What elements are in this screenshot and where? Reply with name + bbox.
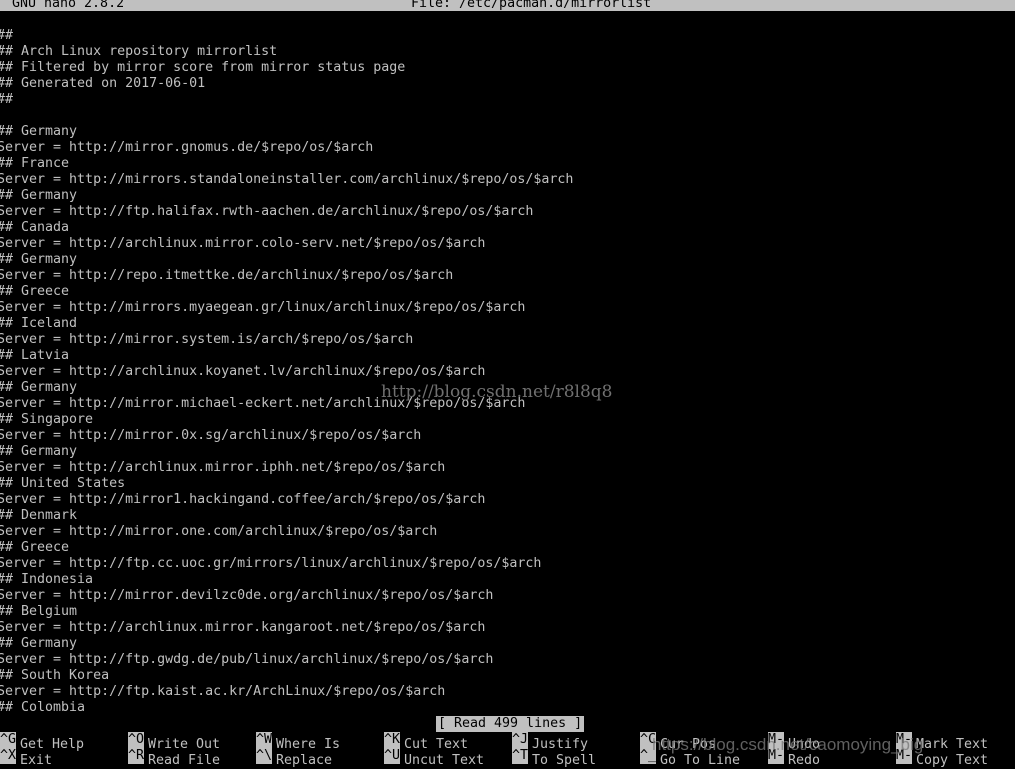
status-message: [ Read 499 lines ] <box>436 716 585 732</box>
shortcut-key: M-A <box>896 732 912 748</box>
shortcut-key: ^U <box>384 748 400 764</box>
shortcut-copy-text[interactable]: M-6 Copy Text <box>896 748 988 768</box>
comment-line: ## Indonesia <box>0 572 94 587</box>
shortcut-key: ^T <box>512 748 528 764</box>
server-line: Server = http://archlinux.mirror.colo-se… <box>0 236 486 251</box>
server-line: Server = http://mirror.one.com/archlinux… <box>0 524 438 539</box>
comment-line: ## Generated on 2017-06-01 <box>0 76 206 91</box>
comment-line: ## <box>0 28 14 43</box>
comment-line: ## Belgium <box>0 604 78 619</box>
shortcut-key: ^O <box>128 732 144 748</box>
server-line: Server = http://ftp.halifax.rwth-aachen.… <box>0 204 534 219</box>
comment-line: ## Iceland <box>0 316 78 331</box>
server-line: Server = http://archlinux.mirror.iphh.ne… <box>0 460 446 475</box>
editor-buffer[interactable]: #### Arch Linux repository mirrorlist## … <box>0 28 1015 716</box>
shortcut-label: Read File <box>148 753 221 768</box>
comment-line: ## Germany <box>0 188 78 203</box>
shortcut-label: Uncut Text <box>404 753 485 768</box>
server-line: Server = http://mirror1.hackingand.coffe… <box>0 492 486 507</box>
shortcut-to-spell[interactable]: ^T To Spell <box>512 748 596 768</box>
shortcut-uncut-text[interactable]: ^U Uncut Text <box>384 748 484 768</box>
comment-line: ## Germany <box>0 636 78 651</box>
server-line: Server = http://mirrors.standaloneinstal… <box>0 172 574 187</box>
comment-line: ## France <box>0 156 70 171</box>
shortcut-key: M-E <box>768 748 784 764</box>
server-line: Server = http://mirror.system.is/arch/$r… <box>0 332 414 347</box>
file-name: File: /etc/pacman.d/mirrorlist <box>411 0 652 11</box>
server-line: Server = http://ftp.cc.uoc.gr/mirrors/li… <box>0 556 542 571</box>
comment-line: ## Singapore <box>0 412 94 427</box>
title-bar: GNU nano 2.8.2 File: /etc/pacman.d/mirro… <box>0 0 1015 11</box>
shortcut-mark-text[interactable]: M-AMark Text <box>896 732 988 752</box>
comment-line: ## <box>0 92 14 107</box>
shortcut-key: ^_ <box>640 748 656 764</box>
comment-line: ## Greece <box>0 540 70 555</box>
comment-line: ## Germany <box>0 444 78 459</box>
shortcut-write-out[interactable]: ^O Write Out <box>128 732 220 752</box>
shortcut-label: Replace <box>276 753 333 768</box>
shortcut-label: Exit <box>20 753 53 768</box>
shortcut-bar: ^G Get Help ^X Exit ^O Write Out ^R Read File ^W… <box>0 732 1015 768</box>
server-line: Server = http://archlinux.koyanet.lv/arc… <box>0 364 486 379</box>
shortcut-exit[interactable]: ^X Exit <box>0 748 52 768</box>
shortcut-justify[interactable]: ^J Justify <box>512 732 588 752</box>
comment-line: ## Colombia <box>0 700 86 715</box>
shortcut-key: ^W <box>256 732 272 748</box>
comment-line: ## Germany <box>0 252 78 267</box>
shortcut-key: ^G <box>0 732 16 748</box>
shortcut-key: ^C <box>640 732 656 748</box>
comment-line: ## South Korea <box>0 668 110 683</box>
shortcut-undo[interactable]: M-UUndo <box>768 732 820 752</box>
server-line: Server = http://archlinux.mirror.kangaro… <box>0 620 486 635</box>
server-line: Server = http://mirrors.myaegean.gr/linu… <box>0 300 526 315</box>
shortcut-key: M-6 <box>896 748 912 764</box>
comment-line: ## Canada <box>0 220 70 235</box>
shortcut-redo[interactable]: M-E Redo <box>768 748 820 768</box>
shortcut-cut-text[interactable]: ^K Cut Text <box>384 732 468 752</box>
comment-line: ## Greece <box>0 284 70 299</box>
shortcut-label: Go To Line <box>660 753 741 768</box>
app-name: GNU nano 2.8.2 <box>12 0 125 11</box>
shortcut-key: ^J <box>512 732 528 748</box>
comment-line: ## Germany <box>0 380 78 395</box>
shortcut-key: ^K <box>384 732 400 748</box>
shortcut-read-file[interactable]: ^R Read File <box>128 748 220 768</box>
shortcut-key: ^R <box>128 748 144 764</box>
server-line: Server = http://repo.itmettke.de/archlin… <box>0 268 454 283</box>
comment-line: ## United States <box>0 476 126 491</box>
server-line: Server = http://mirror.michael-eckert.ne… <box>0 396 526 411</box>
comment-line: ## Filtered by mirror score from mirror … <box>0 60 406 75</box>
shortcut-key: M-U <box>768 732 784 748</box>
server-line: Server = http://mirror.0x.sg/archlinux/$… <box>0 428 422 443</box>
shortcut-label: To Spell <box>532 753 597 768</box>
shortcut-replace[interactable]: ^\ Replace <box>256 748 332 768</box>
shortcut-cur-pos[interactable]: ^C Cur Pos <box>640 732 716 752</box>
comment-line: ## Denmark <box>0 508 78 523</box>
server-line: Server = http://mirror.devilzc0de.org/ar… <box>0 588 494 603</box>
shortcut-where-is[interactable]: ^W Where Is <box>256 732 340 752</box>
server-line: Server = http://ftp.kaist.ac.kr/ArchLinu… <box>0 684 446 699</box>
comment-line: ## Latvia <box>0 348 70 363</box>
server-line: Server = http://ftp.gwdg.de/pub/linux/ar… <box>0 652 494 667</box>
shortcut-key: ^\ <box>256 748 272 764</box>
comment-line: ## Arch Linux repository mirrorlist <box>0 44 278 59</box>
server-line: Server = http://mirror.gnomus.de/$repo/o… <box>0 140 374 155</box>
shortcut-get-help[interactable]: ^G Get Help <box>0 732 84 752</box>
shortcut-label: Redo <box>788 753 821 768</box>
shortcut-go-to-line[interactable]: ^_ Go To Line <box>640 748 740 768</box>
shortcut-label: Copy Text <box>916 753 989 768</box>
shortcut-key: ^X <box>0 748 16 764</box>
comment-line: ## Germany <box>0 124 78 139</box>
